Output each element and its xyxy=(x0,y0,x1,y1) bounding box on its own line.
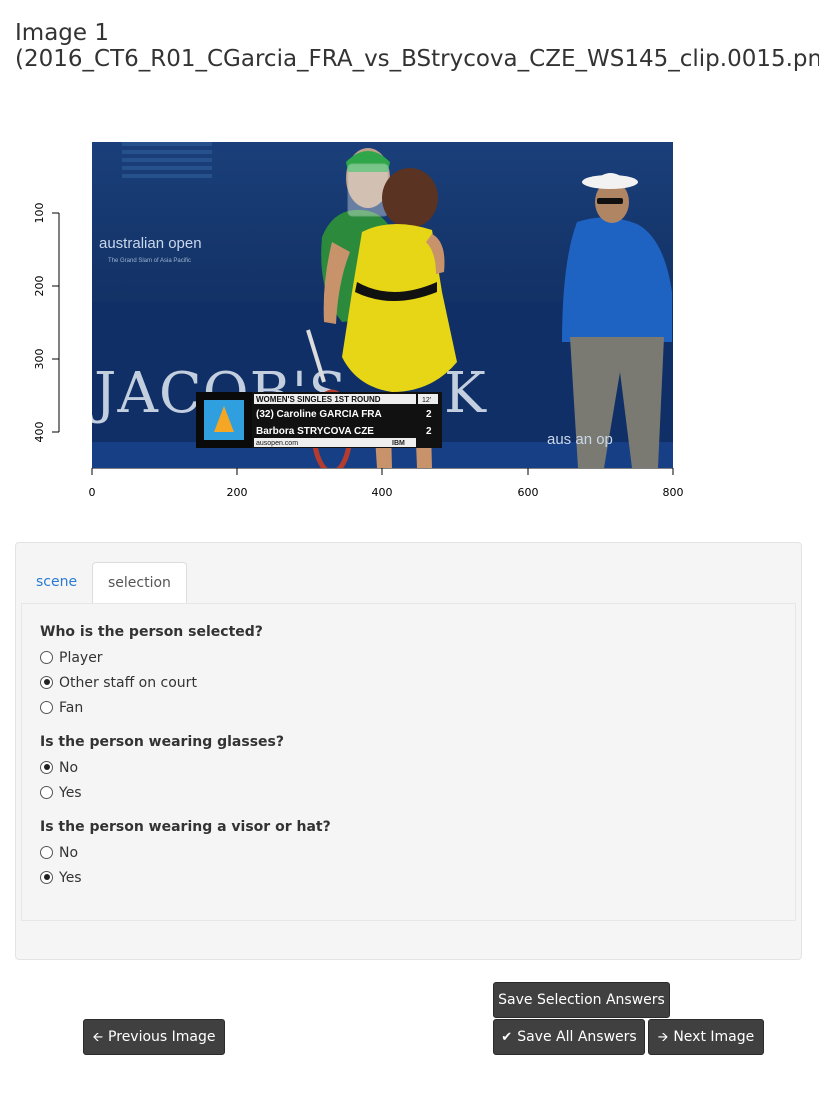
scoreboard: WOMEN'S SINGLES 1ST ROUND 12' (32) Carol… xyxy=(196,392,442,448)
tab-selection[interactable]: selection xyxy=(92,562,187,604)
x-tick-label: 400 xyxy=(372,486,393,499)
save-selection-answers-button[interactable]: Save Selection Answers xyxy=(493,982,670,1018)
ao-brand-text: australian open xyxy=(99,235,202,252)
arrow-right-icon: 🡪 xyxy=(657,1030,669,1045)
arrow-left-icon: 🡨 xyxy=(92,1030,104,1045)
y-tick-label: 400 xyxy=(33,422,46,443)
question-label: Is the person wearing a visor or hat? xyxy=(40,819,331,835)
photo-scene: australian open The Grand Slam of Asia P… xyxy=(92,142,673,468)
x-axis: 0 200 400 600 800 xyxy=(89,467,684,499)
radio-button[interactable] xyxy=(40,870,53,884)
x-tick-label: 600 xyxy=(518,486,539,499)
y-tick-label: 300 xyxy=(33,349,46,370)
radio-option[interactable]: Yes xyxy=(40,783,82,803)
radio-label: Yes xyxy=(59,870,82,886)
radio-button[interactable] xyxy=(40,845,53,859)
question-label: Is the person wearing glasses? xyxy=(40,734,284,750)
radio-label: Yes xyxy=(59,785,82,801)
radio-option[interactable]: Other staff on court xyxy=(40,673,197,693)
ao-tagline-text: The Grand Slam of Asia Pacific xyxy=(108,258,191,264)
next-label: Next Image xyxy=(673,1029,755,1045)
radio-button[interactable] xyxy=(40,785,53,799)
banner-tail-text: K xyxy=(444,361,487,426)
scoreboard-url: ausopen.com xyxy=(256,440,298,447)
scoreboard-round: WOMEN'S SINGLES 1ST ROUND xyxy=(256,395,381,404)
x-tick-label: 200 xyxy=(227,486,248,499)
radio-option[interactable]: No xyxy=(40,758,78,778)
radio-label: No xyxy=(59,760,79,776)
scoreboard-player1: (32) Caroline GARCIA FRA xyxy=(256,409,382,420)
scoreboard-player2: Barbora STRYCOVA CZE xyxy=(256,426,374,437)
scoreboard-score1: 2 xyxy=(426,409,432,420)
radio-label: No xyxy=(59,845,79,861)
radio-label: Fan xyxy=(59,700,84,716)
scoreboard-time: 12' xyxy=(422,397,431,404)
question-panel: scene selection Who is the person select… xyxy=(15,542,802,960)
scoreboard-score2: 2 xyxy=(426,426,432,437)
x-tick-label: 800 xyxy=(663,486,684,499)
radio-button[interactable] xyxy=(40,700,53,714)
x-tick-label: 0 xyxy=(89,486,96,499)
radio-option[interactable]: Player xyxy=(40,648,103,668)
y-tick-label: 100 xyxy=(33,203,46,224)
save-all-label: Save All Answers xyxy=(517,1029,637,1045)
save-selection-label: Save Selection Answers xyxy=(498,992,665,1008)
previous-label: Previous Image xyxy=(108,1029,216,1045)
y-axis: 100 200 300 400 xyxy=(33,203,59,443)
question-label: Who is the person selected? xyxy=(40,624,263,640)
tennis-frame-image: australian open The Grand Slam of Asia P… xyxy=(92,142,673,468)
radio-button[interactable] xyxy=(40,650,53,664)
check-icon: ✔ xyxy=(501,1030,513,1045)
radio-button[interactable] xyxy=(40,760,53,774)
y-tick-label: 200 xyxy=(33,276,46,297)
radio-label: Other staff on court xyxy=(59,675,197,691)
radio-option[interactable]: Yes xyxy=(40,868,82,888)
radio-option[interactable]: No xyxy=(40,843,78,863)
save-all-answers-button[interactable]: ✔ Save All Answers xyxy=(493,1019,645,1055)
tab-scene[interactable]: scene xyxy=(21,562,92,603)
radio-button[interactable] xyxy=(40,675,53,689)
radio-option[interactable]: Fan xyxy=(40,698,83,718)
next-image-button[interactable]: 🡪 Next Image xyxy=(648,1019,764,1055)
ao-brand-right-text: aus an op xyxy=(547,431,613,448)
radio-label: Player xyxy=(59,650,103,666)
scoreboard-sponsor: IBM xyxy=(392,440,405,447)
selection-tab-content: Who is the person selected? Player Other… xyxy=(21,603,796,921)
previous-image-button[interactable]: 🡨 Previous Image xyxy=(83,1019,225,1055)
